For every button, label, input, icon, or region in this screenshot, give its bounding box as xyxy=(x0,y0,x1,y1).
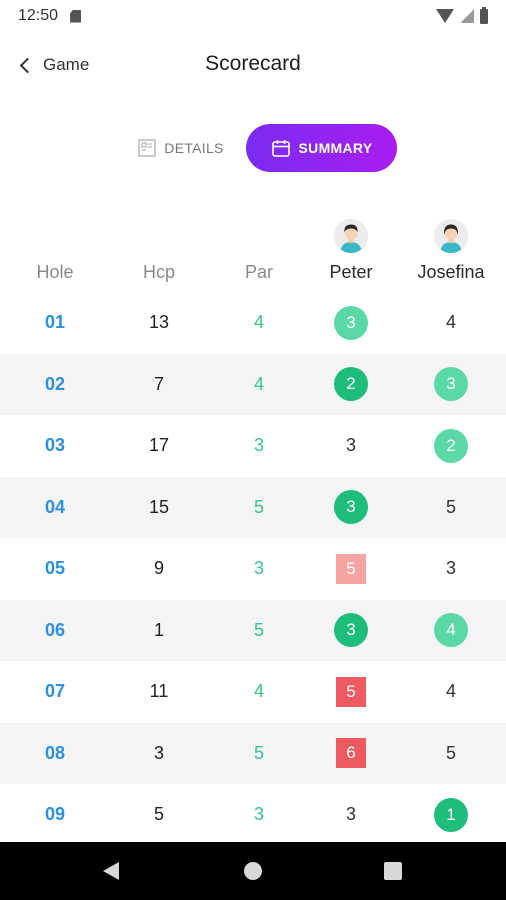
table-row[interactable]: 03 17 3 3 2 xyxy=(0,415,506,477)
avatar-peter xyxy=(334,219,368,253)
app-header: Game Scorecard xyxy=(0,40,506,90)
table-header: Hole Hcp Par Peter Josefina xyxy=(0,256,506,290)
score-josefina: 5 xyxy=(396,477,506,539)
table-row[interactable]: 06 1 5 3 4 xyxy=(0,599,506,662)
score-value: 3 xyxy=(345,435,356,456)
hole-handicap: 9 xyxy=(153,558,164,579)
battery-icon xyxy=(480,6,488,24)
score-badge: 3 xyxy=(434,367,468,402)
table-row[interactable]: 05 9 3 5 3 xyxy=(0,538,506,600)
score-peter: 5 xyxy=(296,538,406,600)
tab-details-label: DETAILS xyxy=(164,140,224,156)
score-value: 4 xyxy=(445,312,456,333)
hole-handicap: 7 xyxy=(153,373,164,394)
score-josefina: 3 xyxy=(396,538,506,600)
avatar-icon xyxy=(434,219,468,253)
hole-handicap: 3 xyxy=(153,742,164,763)
column-header-player-peter: Peter xyxy=(329,262,373,282)
score-value: 3 xyxy=(445,558,456,579)
column-header-hole: Hole xyxy=(36,262,74,282)
score-josefina: 4 xyxy=(396,661,506,723)
page-title: Scorecard xyxy=(205,52,301,75)
hole-handicap: 13 xyxy=(148,312,170,333)
view-toggle: DETAILS SUMMARY xyxy=(0,124,506,172)
nav-back-icon[interactable] xyxy=(103,862,119,880)
score-josefina: 1 xyxy=(396,784,506,846)
nav-home-icon[interactable] xyxy=(244,862,262,880)
table-row[interactable]: 07 11 4 5 4 xyxy=(0,661,506,723)
score-badge: 2 xyxy=(334,367,368,402)
score-badge: 5 xyxy=(336,553,366,584)
signal-icon xyxy=(460,9,474,23)
hole-number: 09 xyxy=(44,804,66,825)
score-value: 4 xyxy=(445,681,456,702)
score-badge: 3 xyxy=(334,305,368,340)
wifi-icon xyxy=(436,9,454,23)
score-badge: 3 xyxy=(334,613,368,648)
score-badge: 1 xyxy=(434,797,468,832)
score-josefina: 2 xyxy=(396,415,506,477)
score-peter: 3 xyxy=(296,292,406,354)
score-badge: 6 xyxy=(336,738,366,769)
hole-number: 01 xyxy=(44,312,66,333)
score-table: 01 13 4 3 4 02 7 4 2 3 03 17 3 3 2 04 15… xyxy=(0,292,506,846)
column-header-hcp: Hcp xyxy=(142,262,175,282)
score-peter: 5 xyxy=(296,661,406,723)
hole-number: 05 xyxy=(44,558,66,579)
score-value: 5 xyxy=(445,742,456,763)
score-peter: 3 xyxy=(296,415,406,477)
hole-handicap: 15 xyxy=(148,496,170,517)
table-row[interactable]: 01 13 4 3 4 xyxy=(0,292,506,354)
sd-card-icon xyxy=(70,9,82,23)
tab-summary[interactable]: SUMMARY xyxy=(246,124,397,172)
column-header-player-josefina: Josefina xyxy=(417,262,485,282)
score-josefina: 3 xyxy=(396,354,506,416)
avatar-josefina xyxy=(434,219,468,253)
tab-details[interactable]: DETAILS xyxy=(126,124,236,172)
score-peter: 3 xyxy=(296,784,406,846)
table-row[interactable]: 02 7 4 2 3 xyxy=(0,353,506,416)
system-nav-bar xyxy=(0,842,506,900)
hole-number: 04 xyxy=(44,496,66,517)
score-value: 5 xyxy=(445,496,456,517)
hole-handicap: 11 xyxy=(149,681,169,702)
score-peter: 3 xyxy=(296,477,406,539)
hole-handicap: 17 xyxy=(148,435,170,456)
score-badge: 3 xyxy=(334,490,368,525)
details-icon xyxy=(138,139,156,157)
table-row[interactable]: 08 3 5 6 5 xyxy=(0,722,506,785)
score-badge: 5 xyxy=(336,676,366,707)
score-josefina: 5 xyxy=(396,723,506,785)
hole-number: 08 xyxy=(44,742,66,763)
nav-recents-icon[interactable] xyxy=(384,862,402,880)
hole-number: 06 xyxy=(44,619,66,640)
table-row[interactable]: 04 15 5 3 5 xyxy=(0,476,506,539)
score-peter: 3 xyxy=(296,600,406,662)
status-bar: 12:50 xyxy=(0,0,506,32)
score-peter: 6 xyxy=(296,723,406,785)
score-badge: 4 xyxy=(434,613,468,648)
table-row[interactable]: 09 5 3 3 1 xyxy=(0,784,506,846)
score-peter: 2 xyxy=(296,354,406,416)
score-badge: 2 xyxy=(434,428,468,463)
hole-handicap: 1 xyxy=(153,619,164,640)
hole-number: 07 xyxy=(44,681,66,702)
hole-number: 02 xyxy=(44,373,66,394)
score-josefina: 4 xyxy=(396,600,506,662)
score-value: 3 xyxy=(345,804,356,825)
score-josefina: 4 xyxy=(396,292,506,354)
tab-summary-label: SUMMARY xyxy=(298,140,373,156)
avatar-icon xyxy=(334,219,368,253)
status-time: 12:50 xyxy=(18,7,59,24)
status-icons xyxy=(436,6,488,24)
hole-number: 03 xyxy=(44,435,66,456)
hole-handicap: 5 xyxy=(153,804,164,825)
calendar-icon xyxy=(271,140,290,157)
